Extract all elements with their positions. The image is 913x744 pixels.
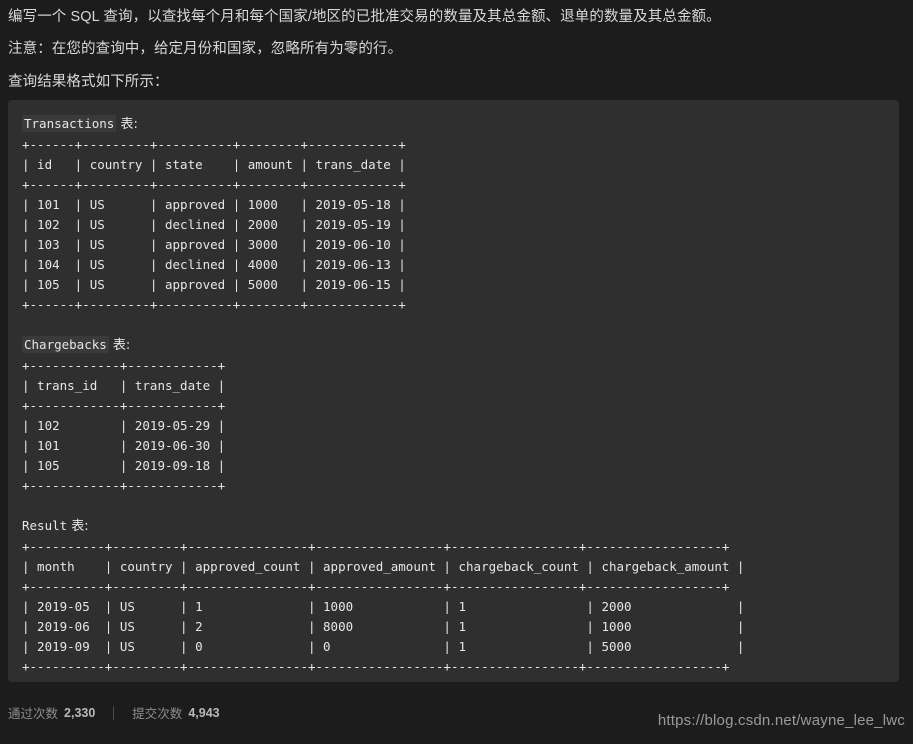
table-row: | 101 | US | approved | 1000 | 2019-05-1… — [22, 197, 406, 212]
transactions-header-row: | id | country | state | amount | trans_… — [22, 157, 406, 172]
transactions-header-border: +------+---------+----------+--------+--… — [22, 177, 406, 192]
table-row: | 2019-09 | US | 0 | 0 | 1 | 5000 | — [22, 639, 745, 654]
problem-description: 编写一个 SQL 查询，以查找每个月和每个国家/地区的已批准交易的数量及其总金额… — [0, 0, 913, 91]
result-top-border: +----------+---------+----------------+-… — [22, 539, 730, 554]
table-row: | 105 | US | approved | 5000 | 2019-06-1… — [22, 277, 406, 292]
table-row: | 103 | US | approved | 3000 | 2019-06-1… — [22, 237, 406, 252]
passed-count-label: 通过次数 — [8, 707, 59, 721]
passed-count-value: 2,330 — [64, 705, 96, 720]
chargebacks-bottom-border: +------------+------------+ — [22, 478, 226, 493]
chargebacks-top-border: +------------+------------+ — [22, 358, 226, 373]
example-code-block: Transactions 表: +------+---------+------… — [8, 100, 899, 682]
table-row: | 2019-05 | US | 1 | 1000 | 1 | 2000 | — [22, 599, 745, 614]
transactions-table-title: Transactions 表: — [22, 114, 899, 135]
result-bottom-border: +----------+---------+----------------+-… — [22, 659, 730, 674]
problem-stats: 通过次数 2,330 提交次数 4,943 — [8, 703, 220, 722]
result-header-border: +----------+---------+----------------+-… — [22, 579, 730, 594]
chargebacks-table-name: Chargebacks — [22, 336, 109, 353]
submitted-count-label: 提交次数 — [132, 707, 183, 721]
table-row: | 104 | US | declined | 4000 | 2019-06-1… — [22, 257, 406, 272]
stats-divider — [113, 705, 115, 720]
watermark-url: https://blog.csdn.net/wayne_lee_lwc — [657, 712, 905, 729]
submitted-count-value: 4,943 — [188, 705, 220, 720]
table-row: | 102 | US | declined | 2000 | 2019-05-1… — [22, 217, 406, 232]
chargebacks-table-title: Chargebacks 表: — [22, 335, 899, 356]
chargebacks-header-border: +------------+------------+ — [22, 398, 226, 413]
table-row: | 105 | 2019-09-18 | — [22, 458, 226, 473]
transactions-top-border: +------+---------+----------+--------+--… — [22, 137, 406, 152]
description-paragraph-2: 注意：在您的查询中，给定月份和国家，忽略所有为零的行。 — [8, 41, 403, 57]
description-paragraph-3: 查询结果格式如下所示： — [8, 74, 169, 90]
result-table-title: Result 表: — [22, 516, 899, 537]
footer: 通过次数 2,330 提交次数 4,943 https://blog.csdn.… — [0, 698, 913, 744]
result-title-suffix: 表: — [67, 519, 89, 534]
chargebacks-header-row: | trans_id | trans_date | — [22, 378, 226, 393]
transactions-table-name: Transactions — [22, 115, 117, 132]
result-table-name: Result — [22, 518, 68, 533]
table-row: | 2019-06 | US | 2 | 8000 | 1 | 1000 | — [22, 619, 745, 634]
result-header-row: | month | country | approved_count | app… — [22, 559, 745, 574]
description-paragraph-1: 编写一个 SQL 查询，以查找每个月和每个国家/地区的已批准交易的数量及其总金额… — [8, 9, 721, 25]
table-row: | 102 | 2019-05-29 | — [22, 418, 226, 433]
chargebacks-title-suffix: 表: — [108, 338, 131, 353]
table-row: | 101 | 2019-06-30 | — [22, 438, 226, 453]
transactions-title-suffix: 表: — [116, 117, 138, 132]
transactions-bottom-border: +------+---------+----------+--------+--… — [22, 297, 406, 312]
